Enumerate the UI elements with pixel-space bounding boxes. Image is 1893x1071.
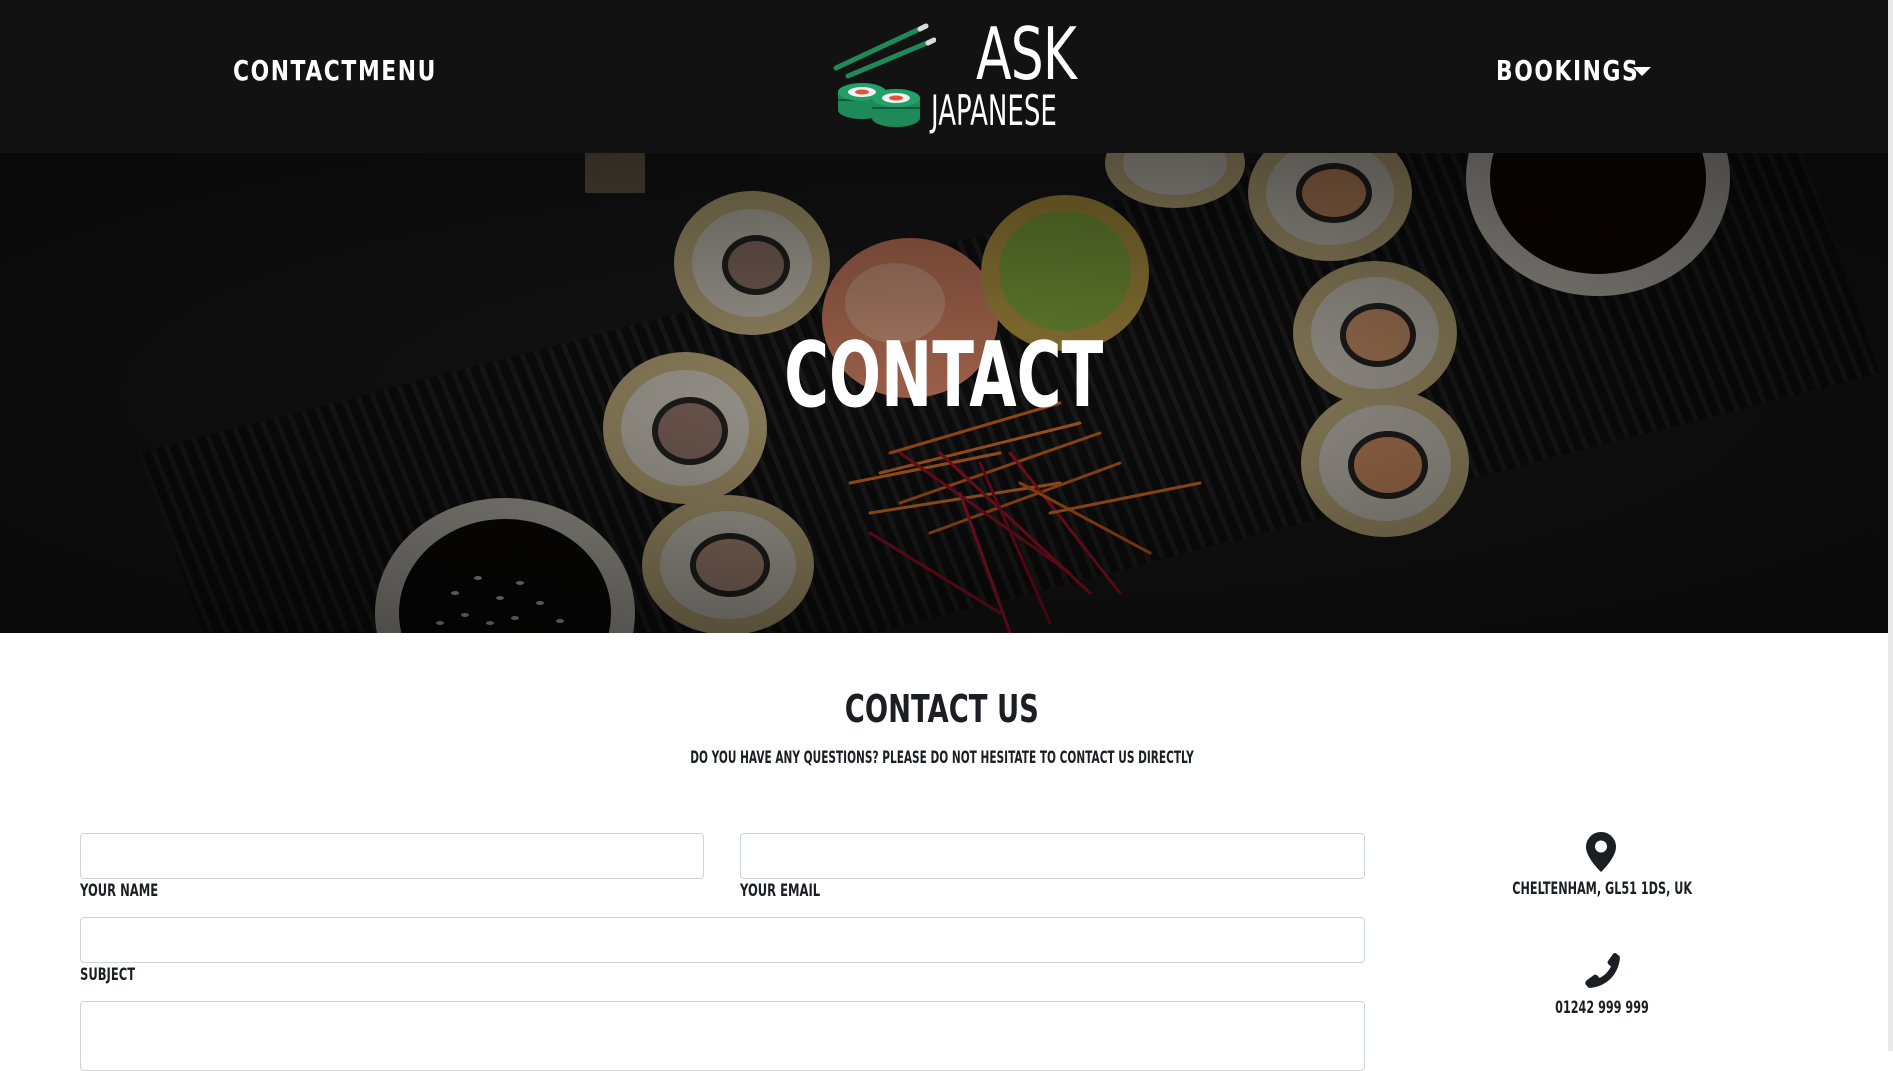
your-email-label: YOUR EMAIL [740, 881, 821, 901]
page-scrollbar[interactable] [1888, 0, 1893, 1051]
address-text: CHELTENHAM, GL51 1DS, UK [1512, 879, 1692, 899]
chevron-down-icon[interactable] [1633, 67, 1651, 76]
subject-label: SUBJECT [80, 965, 136, 985]
nav-menu-link[interactable]: MENU [358, 54, 437, 87]
logo-text-japanese: JAPANESE [931, 86, 1057, 135]
phone-text: 01242 999 999 [1555, 998, 1649, 1018]
your-email-input[interactable] [740, 833, 1365, 879]
site-logo[interactable]: ASK JAPANESE [826, 18, 1080, 136]
your-name-label: YOUR NAME [80, 881, 159, 901]
sushi-chopsticks-logo-icon [833, 23, 936, 127]
top-navbar: CONTACT MENU ASK JAPANESE BOOKINGS [0, 0, 1893, 153]
nav-contact-link[interactable]: CONTACT [233, 54, 358, 87]
section-title: CONTACT US [844, 687, 1040, 731]
hero-title: CONTACT [784, 323, 1104, 428]
logo-text-ask: ASK [976, 12, 1077, 96]
subject-input[interactable] [80, 917, 1365, 963]
phone-icon [1585, 953, 1620, 988]
your-name-input[interactable] [80, 833, 704, 879]
message-textarea[interactable] [80, 1001, 1365, 1071]
hero-banner: CONTACT [0, 153, 1888, 633]
map-pin-icon [1586, 832, 1616, 872]
nav-bookings-dropdown[interactable]: BOOKINGS [1496, 54, 1639, 87]
section-subtitle: DO YOU HAVE ANY QUESTIONS? PLEASE DO NOT… [690, 748, 1194, 768]
